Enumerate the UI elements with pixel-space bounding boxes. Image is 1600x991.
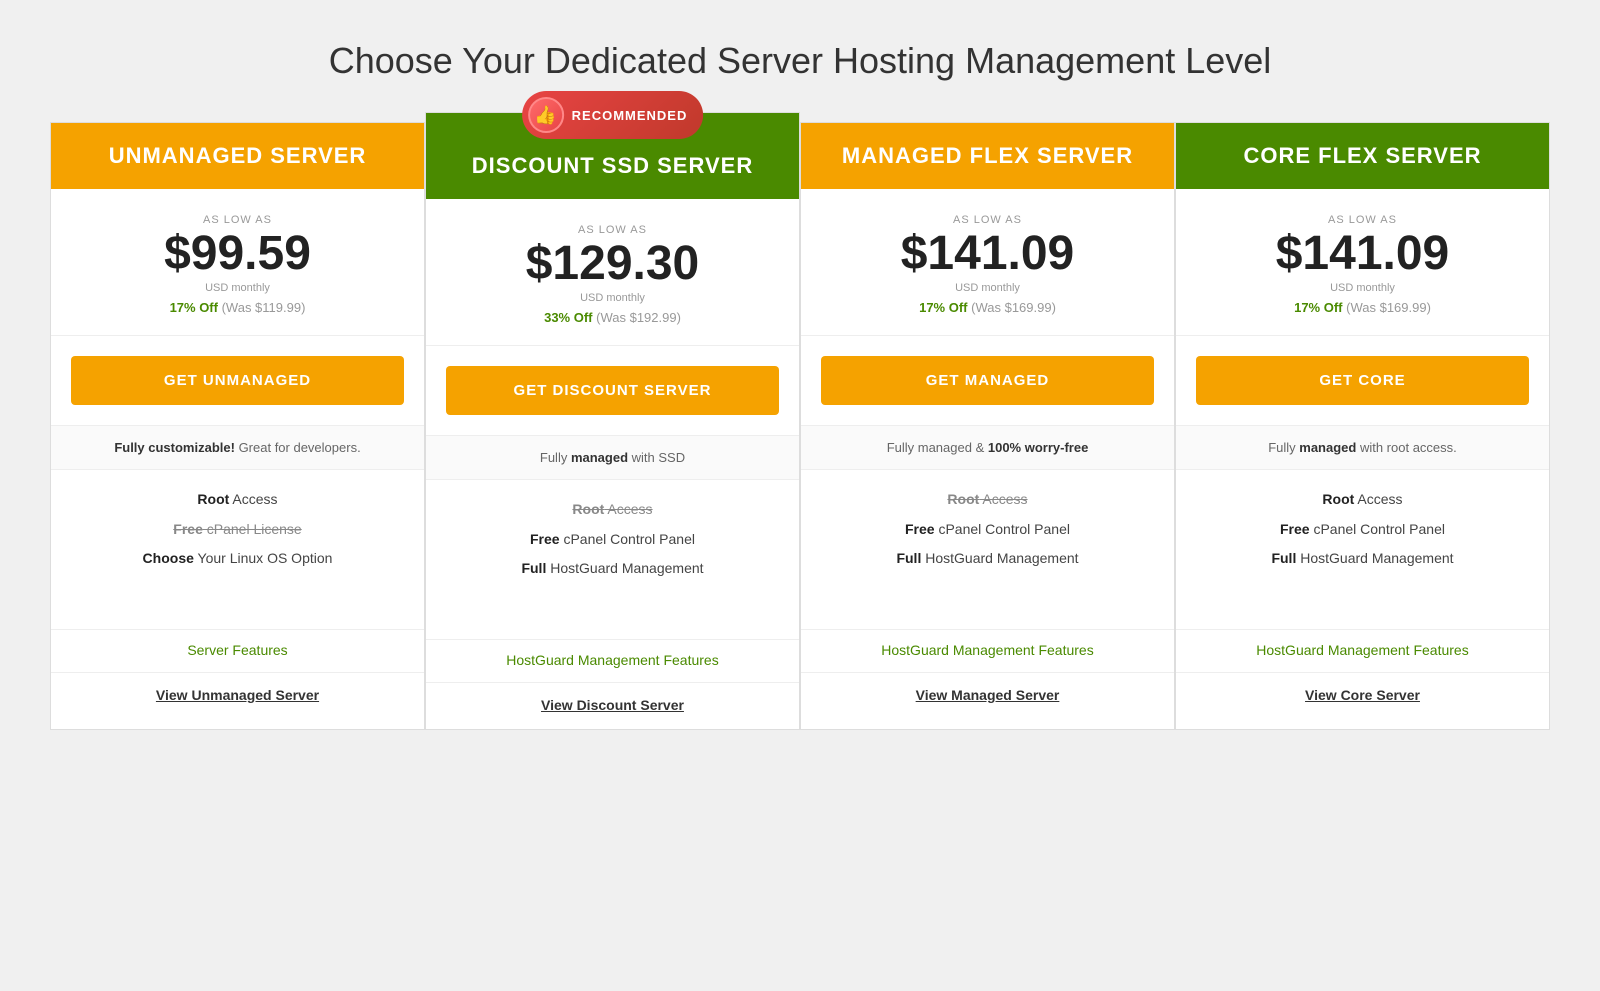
plan-title-unmanaged: UNMANAGED SERVER xyxy=(66,143,409,169)
cta-button-managed-flex[interactable]: GET MANAGED xyxy=(821,356,1154,405)
view-link-section-unmanaged: View Unmanaged Server xyxy=(51,673,424,719)
as-low-as-label: AS LOW AS xyxy=(816,214,1159,226)
features-section-managed-flex: Root Access Free cPanel Control Panel Fu… xyxy=(801,470,1174,630)
view-link-discount-ssd[interactable]: View Discount Server xyxy=(541,697,684,713)
as-low-as-label: AS LOW AS xyxy=(1191,214,1534,226)
off-text: 17% Off xyxy=(919,300,967,315)
discount-line: 17% Off (Was $119.99) xyxy=(66,300,409,315)
cta-button-core-flex[interactable]: GET CORE xyxy=(1196,356,1529,405)
features-link-section-managed-flex: HostGuard Management Features xyxy=(801,630,1174,673)
feature-item: Root Access xyxy=(1191,490,1534,510)
cta-section-managed-flex: GET MANAGED xyxy=(801,336,1174,426)
view-link-unmanaged[interactable]: View Unmanaged Server xyxy=(156,687,319,703)
features-link-section-core-flex: HostGuard Management Features xyxy=(1176,630,1549,673)
price-section-unmanaged: AS LOW AS $99.59 USD monthly 17% Off (Wa… xyxy=(51,189,424,336)
feature-item: Full HostGuard Management xyxy=(1191,549,1534,569)
page-title: Choose Your Dedicated Server Hosting Man… xyxy=(20,40,1580,82)
thumbs-up-icon: 👍 xyxy=(528,97,564,133)
recommended-badge: 👍 RECOMMENDED xyxy=(522,91,704,139)
price-value: $129.30 xyxy=(441,240,784,288)
feature-item: Root Access xyxy=(441,500,784,520)
cta-section-unmanaged: GET UNMANAGED xyxy=(51,336,424,426)
plan-header-managed-flex: MANAGED FLEX SERVER xyxy=(801,123,1174,189)
feature-item: Root Access xyxy=(816,490,1159,510)
cta-section-core-flex: GET CORE xyxy=(1176,336,1549,426)
features-link-section-discount-ssd: HostGuard Management Features xyxy=(426,640,799,683)
discount-line: 17% Off (Was $169.99) xyxy=(1191,300,1534,315)
feature-item: Full HostGuard Management xyxy=(816,549,1159,569)
plan-header-core-flex: CORE FLEX SERVER xyxy=(1176,123,1549,189)
recommended-label: RECOMMENDED xyxy=(572,108,688,123)
plan-title-managed-flex: MANAGED FLEX SERVER xyxy=(816,143,1159,169)
plan-title-core-flex: CORE FLEX SERVER xyxy=(1191,143,1534,169)
features-link-core-flex[interactable]: HostGuard Management Features xyxy=(1256,642,1468,658)
feature-item: Choose Your Linux OS Option xyxy=(66,549,409,569)
features-section-discount-ssd: Root Access Free cPanel Control Panel Fu… xyxy=(426,480,799,640)
price-value: $141.09 xyxy=(816,230,1159,278)
features-link-managed-flex[interactable]: HostGuard Management Features xyxy=(881,642,1093,658)
was-text: (Was $119.99) xyxy=(222,300,306,315)
view-link-managed-flex[interactable]: View Managed Server xyxy=(916,687,1060,703)
view-link-section-managed-flex: View Managed Server xyxy=(801,673,1174,719)
usd-monthly-label: USD monthly xyxy=(1191,282,1534,294)
price-section-managed-flex: AS LOW AS $141.09 USD monthly 17% Off (W… xyxy=(801,189,1174,336)
view-link-section-discount-ssd: View Discount Server xyxy=(426,683,799,729)
as-low-as-label: AS LOW AS xyxy=(441,224,784,236)
feature-item: Full HostGuard Management xyxy=(441,559,784,579)
features-section-core-flex: Root Access Free cPanel Control Panel Fu… xyxy=(1176,470,1549,630)
off-text: 17% Off xyxy=(170,300,218,315)
price-section-core-flex: AS LOW AS $141.09 USD monthly 17% Off (W… xyxy=(1176,189,1549,336)
feature-item: Free cPanel Control Panel xyxy=(816,520,1159,540)
plan-card-unmanaged: UNMANAGED SERVER AS LOW AS $99.59 USD mo… xyxy=(50,122,425,730)
was-text: (Was $169.99) xyxy=(1346,300,1431,315)
was-text: (Was $192.99) xyxy=(596,310,681,325)
discount-line: 33% Off (Was $192.99) xyxy=(441,310,784,325)
usd-monthly-label: USD monthly xyxy=(441,292,784,304)
discount-line: 17% Off (Was $169.99) xyxy=(816,300,1159,315)
price-section-discount-ssd: AS LOW AS $129.30 USD monthly 33% Off (W… xyxy=(426,199,799,346)
plans-grid: UNMANAGED SERVER AS LOW AS $99.59 USD mo… xyxy=(50,122,1550,730)
feature-item: Free cPanel Control Panel xyxy=(1191,520,1534,540)
tagline-section-core-flex: Fully managed with root access. xyxy=(1176,426,1549,470)
price-value: $141.09 xyxy=(1191,230,1534,278)
view-link-core-flex[interactable]: View Core Server xyxy=(1305,687,1420,703)
off-text: 33% Off xyxy=(544,310,592,325)
usd-monthly-label: USD monthly xyxy=(816,282,1159,294)
plan-card-managed-flex: MANAGED FLEX SERVER AS LOW AS $141.09 US… xyxy=(800,122,1175,730)
plan-card-discount-ssd: 👍 RECOMMENDED DISCOUNT SSD SERVER AS LOW… xyxy=(425,112,800,730)
as-low-as-label: AS LOW AS xyxy=(66,214,409,226)
cta-section-discount-ssd: GET DISCOUNT SERVER xyxy=(426,346,799,436)
features-link-unmanaged[interactable]: Server Features xyxy=(187,642,287,658)
plan-title-discount-ssd: DISCOUNT SSD SERVER xyxy=(441,153,784,179)
view-link-section-core-flex: View Core Server xyxy=(1176,673,1549,719)
features-section-unmanaged: Root Access Free cPanel License Choose Y… xyxy=(51,470,424,630)
usd-monthly-label: USD monthly xyxy=(66,282,409,294)
tagline-section-unmanaged: Fully customizable! Great for developers… xyxy=(51,426,424,470)
feature-item: Free cPanel License xyxy=(66,520,409,540)
features-link-section-unmanaged: Server Features xyxy=(51,630,424,673)
was-text: (Was $169.99) xyxy=(971,300,1056,315)
price-value: $99.59 xyxy=(66,230,409,278)
cta-button-discount-ssd[interactable]: GET DISCOUNT SERVER xyxy=(446,366,779,415)
tagline-section-managed-flex: Fully managed & 100% worry-free xyxy=(801,426,1174,470)
features-link-discount-ssd[interactable]: HostGuard Management Features xyxy=(506,652,718,668)
tagline-section-discount-ssd: Fully managed with SSD xyxy=(426,436,799,480)
feature-item: Free cPanel Control Panel xyxy=(441,530,784,550)
feature-item: Root Access xyxy=(66,490,409,510)
cta-button-unmanaged[interactable]: GET UNMANAGED xyxy=(71,356,404,405)
plan-header-unmanaged: UNMANAGED SERVER xyxy=(51,123,424,189)
off-text: 17% Off xyxy=(1294,300,1342,315)
plan-card-core-flex: CORE FLEX SERVER AS LOW AS $141.09 USD m… xyxy=(1175,122,1550,730)
